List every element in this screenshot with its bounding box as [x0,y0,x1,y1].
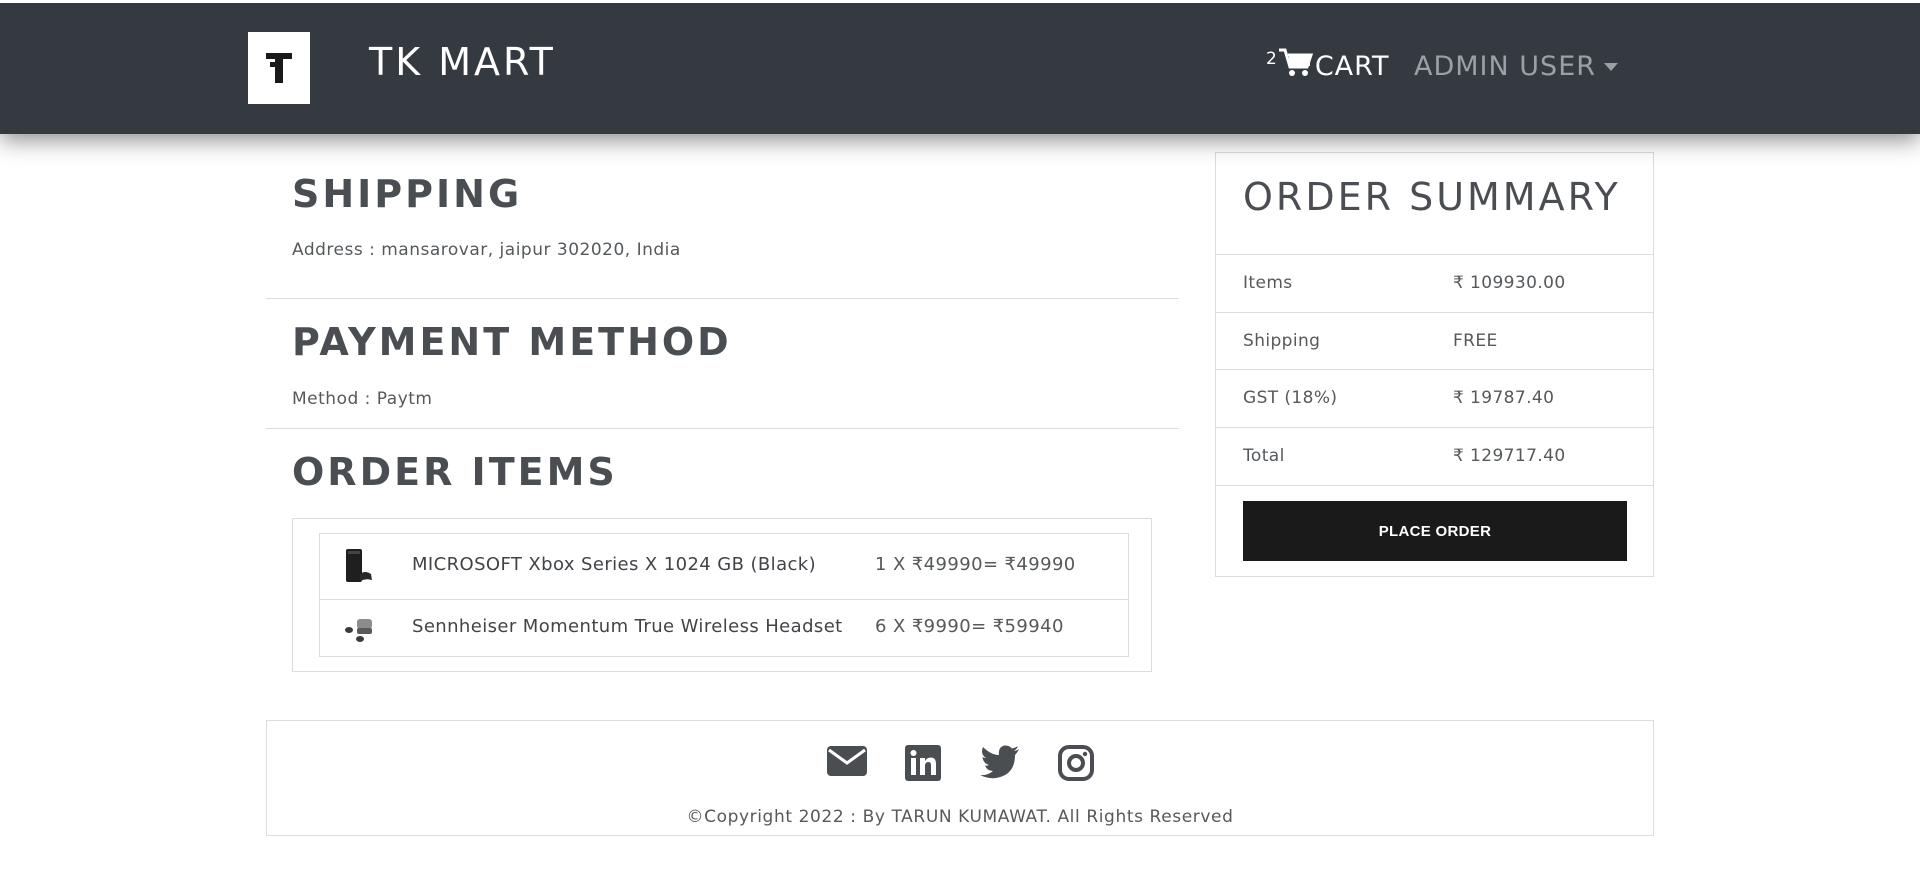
logo-t-icon [266,53,292,83]
order-summary-card: ORDER SUMMARY Items ₹ 109930.00 Shipping… [1215,152,1654,577]
copyright-text: ©Copyright 2022 : By TARUN KUMAWAT. All … [686,807,1234,827]
cart-icon [1278,48,1313,76]
linkedin-icon[interactable] [905,745,941,781]
divider [266,428,1179,429]
cart-label: CART [1314,51,1390,82]
summary-row-shipping: Shipping FREE [1216,312,1653,370]
navbar-top-border [0,0,1920,3]
twitter-icon[interactable] [980,745,1020,779]
item-name-link[interactable]: Sennheiser Momentum True Wireless Headse… [412,616,843,637]
console-thumbnail[interactable] [344,548,374,584]
caret-down-icon [1604,63,1619,71]
summary-row-items: Items ₹ 109930.00 [1216,254,1653,312]
list-item: Sennheiser Momentum True Wireless Headse… [319,599,1129,657]
navbar: TK MART 2 CART ADMIN USER [0,0,1920,134]
summary-label: Shipping [1243,331,1321,351]
shipping-address: Address : mansarovar, jaipur 302020, Ind… [292,240,681,260]
list-item: MICROSOFT Xbox Series X 1024 GB (Black) … [319,533,1129,600]
cart-link[interactable]: 2 CART [1266,48,1389,84]
shipping-title: SHIPPING [292,172,523,216]
order-items-card: MICROSOFT Xbox Series X 1024 GB (Black) … [292,518,1152,672]
user-menu-label: ADMIN USER [1414,51,1597,82]
email-icon[interactable] [827,745,867,777]
earbuds-thumbnail[interactable] [344,617,374,643]
logo[interactable] [248,32,310,104]
payment-title: PAYMENT METHOD [292,320,732,364]
order-items-title: ORDER ITEMS [292,450,618,494]
summary-row-gst: GST (18%) ₹ 19787.40 [1216,369,1653,427]
user-menu-dropdown[interactable]: ADMIN USER [1414,50,1619,84]
summary-value: ₹ 19787.40 [1453,388,1555,408]
summary-value: ₹ 129717.40 [1453,446,1566,466]
summary-label: Total [1243,446,1285,466]
divider [1216,485,1653,486]
summary-label: GST (18%) [1243,388,1338,408]
summary-value: ₹ 109930.00 [1453,273,1566,293]
footer: ©Copyright 2022 : By TARUN KUMAWAT. All … [266,720,1654,836]
payment-method: Method : Paytm [292,389,433,409]
item-name-link[interactable]: MICROSOFT Xbox Series X 1024 GB (Black) [412,554,816,575]
place-order-button[interactable]: PLACE ORDER [1243,501,1627,561]
item-price: 1 X ₹49990= ₹49990 [875,554,1076,575]
summary-value: FREE [1453,331,1498,351]
divider [266,298,1179,299]
summary-row-total: Total ₹ 129717.40 [1216,427,1653,485]
summary-label: Items [1243,273,1293,293]
order-summary-title: ORDER SUMMARY [1243,175,1621,219]
cart-count-badge: 2 [1266,49,1277,69]
brand-title[interactable]: TK MART [369,38,556,86]
item-price: 6 X ₹9990= ₹59940 [875,616,1064,637]
instagram-icon[interactable] [1058,745,1094,781]
